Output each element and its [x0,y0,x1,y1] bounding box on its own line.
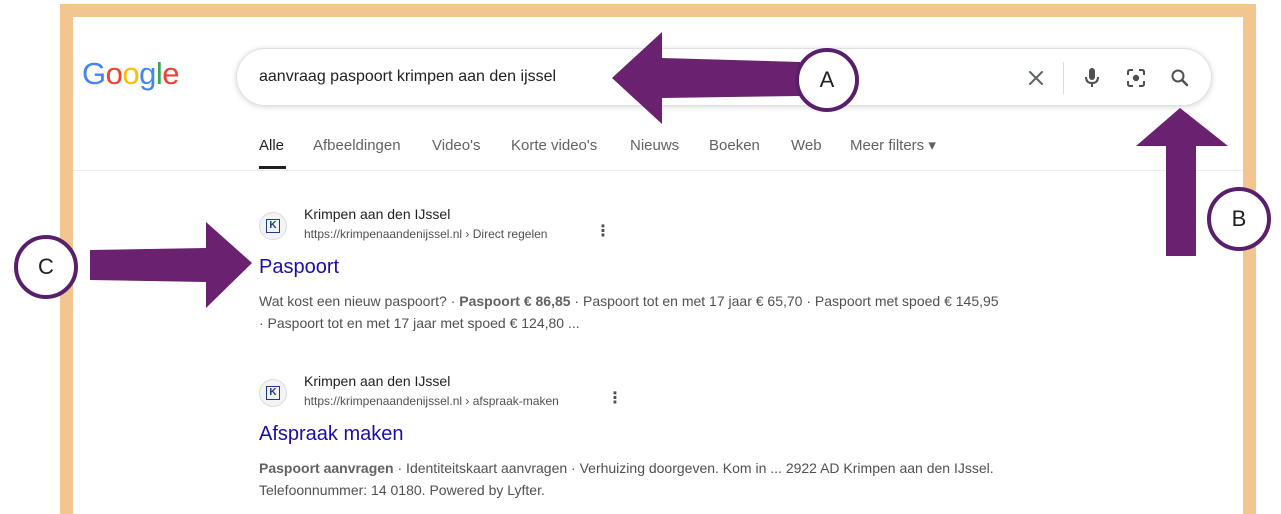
annotation-circle-a: A [795,48,859,112]
annotation-label-c: C [38,254,54,279]
arrow-a [612,32,800,124]
annotation-circle-c: C [14,235,78,299]
annotation-label-a: A [819,67,835,92]
annotation-label-b: B [1231,206,1247,231]
annotation-circle-b: B [1207,187,1271,251]
annotation-arrows [90,32,1228,308]
arrow-c [90,222,252,308]
